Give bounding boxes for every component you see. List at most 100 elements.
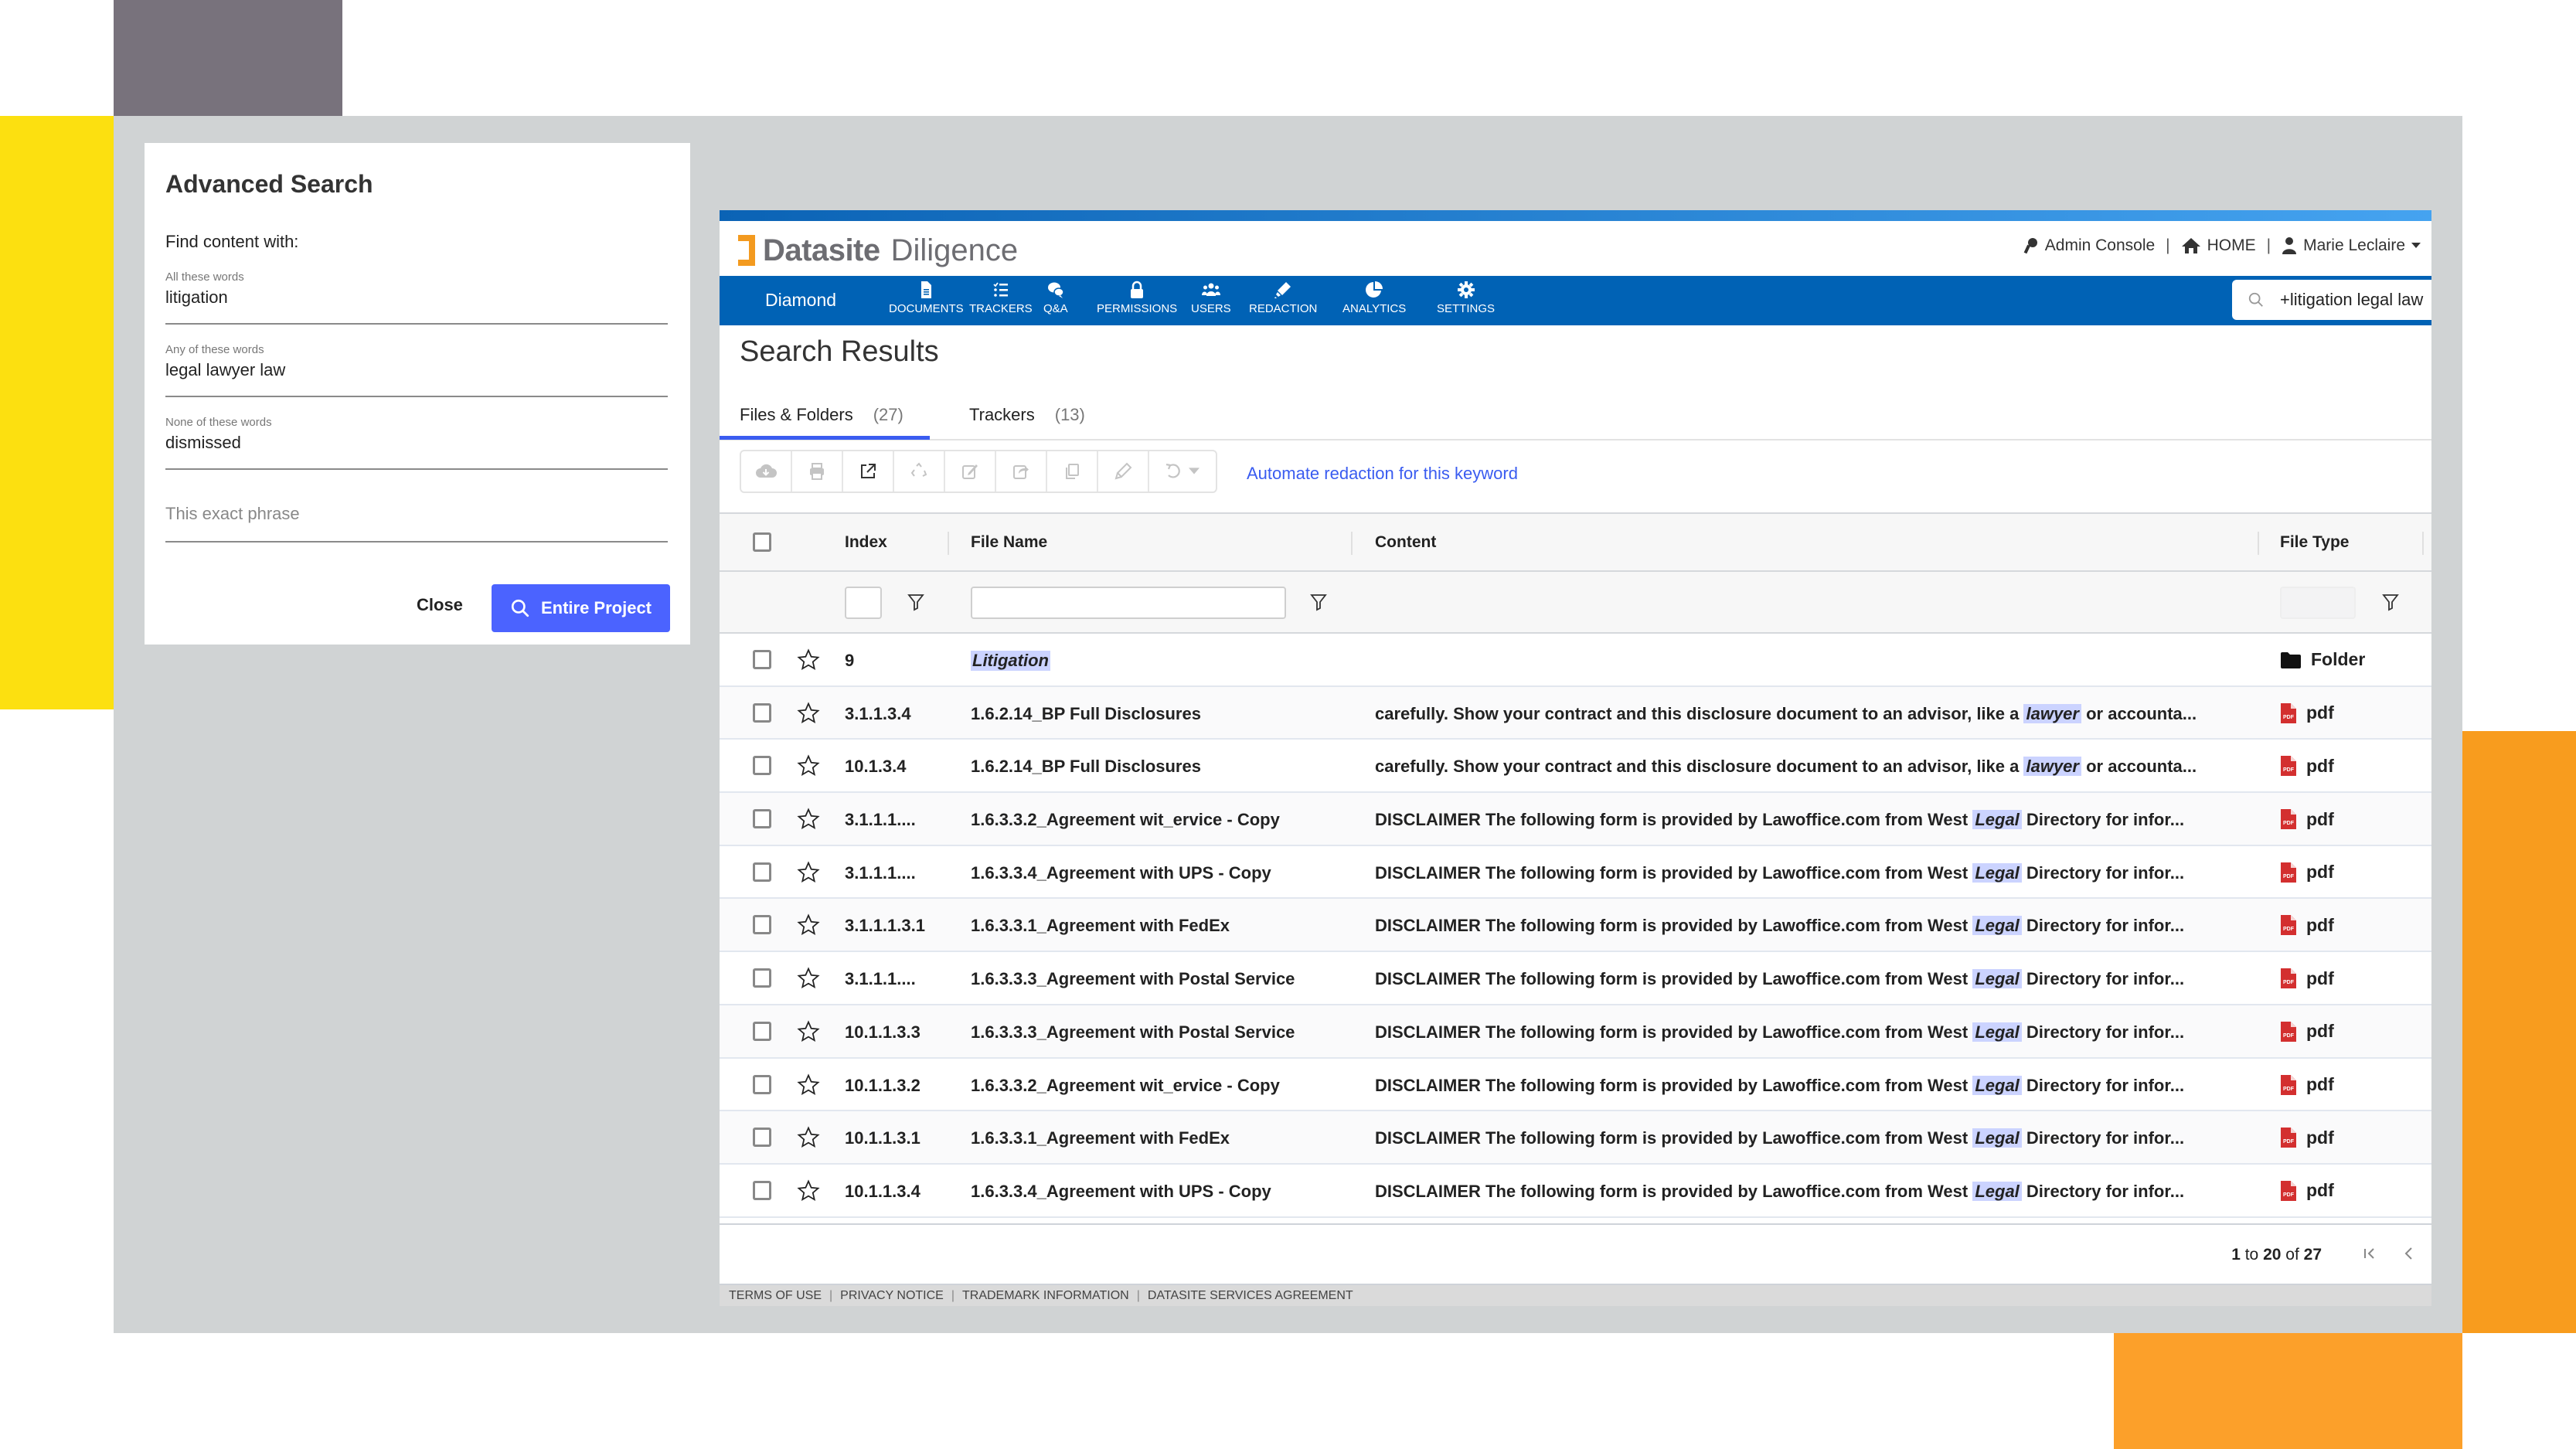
pie-chart-icon	[1366, 281, 1383, 298]
column-divider[interactable]	[948, 532, 949, 555]
row-checkbox[interactable]	[753, 1180, 771, 1200]
star-icon[interactable]	[797, 913, 820, 937]
file-name-link[interactable]: 1.6.3.3.3_Agreement with Postal Service	[971, 1022, 1295, 1043]
none-words-input[interactable]	[165, 433, 668, 453]
file-name-link[interactable]: 1.6.3.3.4_Agreement with UPS - Copy	[971, 1182, 1271, 1202]
table-row[interactable]: 10.1.1.3.3 1.6.3.3.3_Agreement with Posta…	[720, 1005, 2431, 1059]
any-words-input[interactable]	[165, 360, 668, 380]
admin-console-link[interactable]: Admin Console	[2023, 236, 2155, 255]
share-button[interactable]	[996, 451, 1047, 492]
file-name-link[interactable]: 1.6.3.3.2_Agreement wit_ervice - Copy	[971, 810, 1280, 830]
datasite-logo[interactable]: Datasite Diligence	[738, 233, 1018, 267]
previous-page-icon[interactable]	[2399, 1243, 2419, 1264]
project-name[interactable]: Diamond	[765, 290, 836, 311]
exact-phrase-input[interactable]	[165, 504, 668, 524]
star-icon[interactable]	[797, 648, 820, 672]
file-name-link[interactable]: 1.6.2.14_BP Full Disclosures	[971, 704, 1201, 724]
open-external-button[interactable]	[843, 451, 894, 492]
row-checkbox[interactable]	[753, 968, 771, 988]
table-row[interactable]: 3.1.1.1.3.1 1.6.3.3.1_Agreement with FedE…	[720, 899, 2431, 953]
file-name-link[interactable]: 1.6.2.14_BP Full Disclosures	[971, 757, 1201, 777]
column-divider[interactable]	[2422, 532, 2424, 555]
table-row[interactable]: 3.1.1.3.4 1.6.2.14_BP Full Disclosures car…	[720, 686, 2431, 740]
column-divider[interactable]	[1351, 532, 1353, 555]
home-link[interactable]: HOME	[2181, 236, 2256, 255]
star-icon[interactable]	[797, 1126, 820, 1149]
entire-project-search-button[interactable]: Entire Project	[492, 584, 670, 632]
row-checkbox[interactable]	[753, 650, 771, 669]
nav-redaction[interactable]: REDACTION	[1249, 281, 1317, 315]
row-checkbox[interactable]	[753, 1128, 771, 1148]
table-row[interactable]: 3.1.1.1.... 1.6.3.3.4_Agreement with UPS …	[720, 846, 2431, 900]
column-divider[interactable]	[2258, 532, 2259, 555]
tab-trackers[interactable]: Trackers (13)	[969, 405, 1085, 425]
table-row[interactable]: 10.1.1.3.1 1.6.3.3.1_Agreement with FedEx…	[720, 1111, 2431, 1165]
nav-analytics[interactable]: ANALYTICS	[1342, 281, 1406, 315]
row-checkbox[interactable]	[753, 809, 771, 829]
column-content[interactable]: Content	[1375, 533, 1436, 552]
row-checkbox[interactable]	[753, 862, 771, 882]
undo-dropdown-button[interactable]	[1149, 451, 1214, 492]
file-name-link[interactable]: 1.6.3.3.2_Agreement wit_ervice - Copy	[971, 1076, 1280, 1096]
user-menu[interactable]: Marie Leclaire	[2282, 236, 2421, 255]
recycle-button[interactable]	[894, 451, 945, 492]
table-row[interactable]: 10.1.1.3.4 1.6.3.3.4_Agreement with UPS -…	[720, 1165, 2431, 1218]
row-checkbox[interactable]	[753, 756, 771, 776]
global-search[interactable]	[2232, 280, 2431, 320]
nav-label: TRACKERS	[969, 302, 1033, 315]
nav-qa[interactable]: Q&A	[1043, 281, 1068, 315]
global-search-input[interactable]	[2280, 290, 2431, 310]
redact-button[interactable]	[1098, 451, 1149, 492]
edit-button[interactable]	[945, 451, 996, 492]
download-button[interactable]	[741, 451, 792, 492]
filter-icon[interactable]	[1310, 593, 1327, 611]
all-words-input[interactable]	[165, 287, 668, 308]
trademark-information-link[interactable]: TRADEMARK INFORMATION	[962, 1289, 1129, 1303]
table-row[interactable]: 10.1.3.4 1.6.2.14_BP Full Disclosures care…	[720, 740, 2431, 794]
star-icon[interactable]	[797, 1179, 820, 1202]
index-filter-input[interactable]	[845, 587, 882, 619]
table-row[interactable]: 3.1.1.1.... 1.6.3.3.3_Agreement with Post…	[720, 952, 2431, 1005]
table-row[interactable]: 10.1.1.3.2 1.6.3.3.2_Agreement wit_ervice…	[720, 1059, 2431, 1112]
nav-settings[interactable]: SETTINGS	[1437, 281, 1495, 315]
row-checkbox[interactable]	[753, 702, 771, 723]
nav-users[interactable]: USERS	[1191, 281, 1231, 315]
select-all-checkbox[interactable]	[753, 532, 771, 552]
filter-icon[interactable]	[907, 593, 924, 611]
nav-documents[interactable]: DOCUMENTS	[889, 281, 964, 315]
privacy-notice-link[interactable]: PRIVACY NOTICE	[840, 1289, 944, 1303]
close-button[interactable]: Close	[417, 595, 463, 615]
star-icon[interactable]	[797, 1020, 820, 1043]
services-agreement-link[interactable]: DATASITE SERVICES AGREEMENT	[1148, 1289, 1353, 1303]
star-icon[interactable]	[797, 754, 820, 777]
tab-files-folders[interactable]: Files & Folders (27)	[740, 405, 903, 425]
column-index[interactable]: Index	[845, 533, 887, 552]
file-type-filter-input[interactable]	[2280, 587, 2356, 619]
file-name-filter-input[interactable]	[971, 587, 1286, 619]
file-name-link[interactable]: 1.6.3.3.3_Agreement with Postal Service	[971, 969, 1295, 989]
file-name-link[interactable]: 1.6.3.3.1_Agreement with FedEx	[971, 1128, 1230, 1148]
row-checkbox[interactable]	[753, 915, 771, 935]
column-file-type[interactable]: File Type	[2280, 533, 2349, 552]
file-name-link[interactable]: Litigation	[971, 651, 1050, 671]
automate-redaction-link[interactable]: Automate redaction for this keyword	[1247, 464, 1518, 484]
file-name-link[interactable]: 1.6.3.3.1_Agreement with FedEx	[971, 916, 1230, 936]
table-row[interactable]: 9 Litigation Folder	[720, 634, 2431, 687]
star-icon[interactable]	[797, 808, 820, 831]
copy-button[interactable]	[1047, 451, 1098, 492]
row-checkbox[interactable]	[753, 1074, 771, 1094]
column-file-name[interactable]: File Name	[971, 533, 1047, 552]
star-icon[interactable]	[797, 1073, 820, 1097]
star-icon[interactable]	[797, 702, 820, 725]
print-button[interactable]	[792, 451, 843, 492]
table-row[interactable]: 3.1.1.1.... 1.6.3.3.2_Agreement wit_ervic…	[720, 793, 2431, 846]
nav-permissions[interactable]: PERMISSIONS	[1097, 281, 1177, 315]
filter-icon[interactable]	[2382, 593, 2399, 611]
first-page-icon[interactable]	[2360, 1243, 2380, 1264]
terms-of-use-link[interactable]: TERMS OF USE	[729, 1289, 822, 1303]
star-icon[interactable]	[797, 967, 820, 990]
star-icon[interactable]	[797, 861, 820, 884]
row-checkbox[interactable]	[753, 1021, 771, 1041]
file-name-link[interactable]: 1.6.3.3.4_Agreement with UPS - Copy	[971, 863, 1271, 883]
nav-trackers[interactable]: TRACKERS	[969, 281, 1033, 315]
